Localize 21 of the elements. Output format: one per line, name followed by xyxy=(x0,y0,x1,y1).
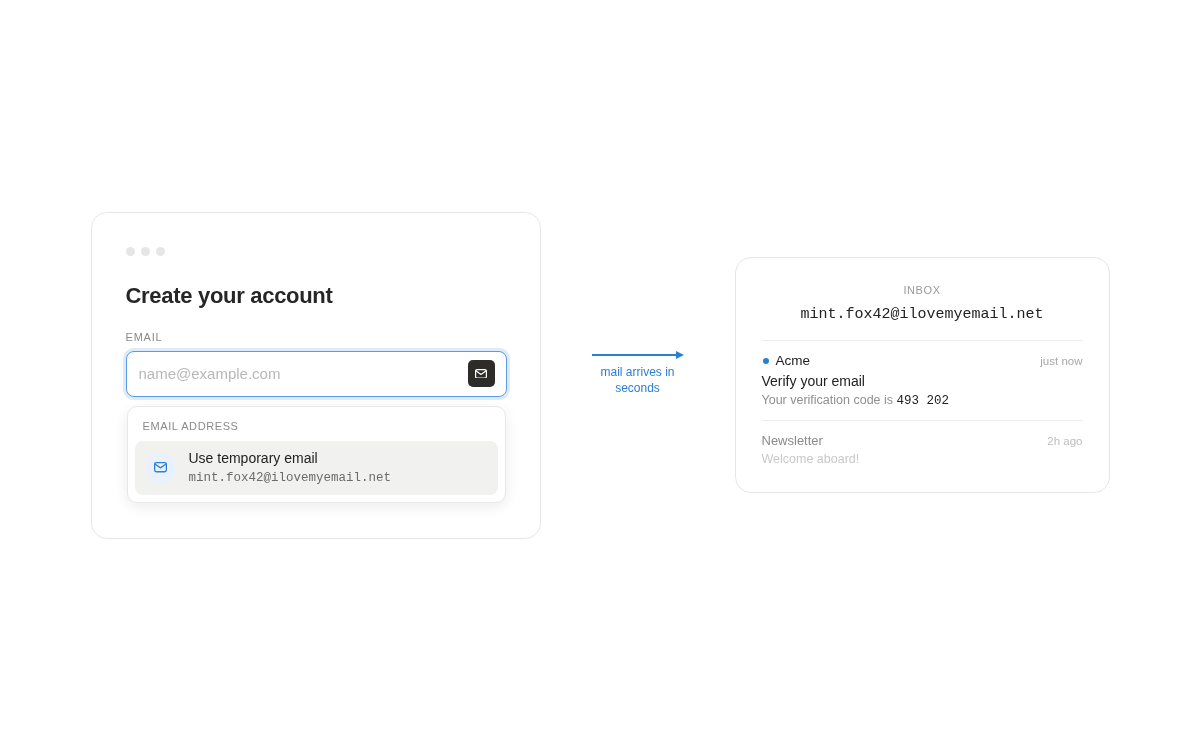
message-sender: Acme xyxy=(775,352,810,370)
field-label: EMAIL xyxy=(125,329,163,345)
mail-icon xyxy=(475,368,487,379)
message-subject: Verify your email xyxy=(761,372,865,391)
inbox-heading: INBOX xyxy=(903,283,941,298)
message-time: just now xyxy=(1040,354,1083,369)
mail-button[interactable] xyxy=(467,360,495,387)
message-time: 2h ago xyxy=(1047,434,1083,449)
window-dots-icon xyxy=(125,246,166,256)
option-address: mint.fox42@ilovemyemail.net xyxy=(188,469,392,487)
inbox-address: mint.fox42@ilovemyemail.net xyxy=(800,305,1044,325)
form-title: Create your account xyxy=(125,281,333,310)
arrow-caption: mail arrives in seconds xyxy=(599,363,676,396)
message-sender: Newsletter xyxy=(761,432,823,450)
email-input-field[interactable]: name@example.com xyxy=(125,350,507,397)
dropdown-heading: EMAIL ADDRESS xyxy=(142,418,239,434)
message-preview: Your verification code is 493 202 xyxy=(761,392,950,410)
dropdown-option[interactable]: Use temporary email mint.fox42@ilovemyemail.net xyxy=(134,440,498,495)
option-label: Use temporary email xyxy=(188,448,319,467)
mail-icon xyxy=(145,452,176,483)
arrow-icon xyxy=(591,350,684,359)
